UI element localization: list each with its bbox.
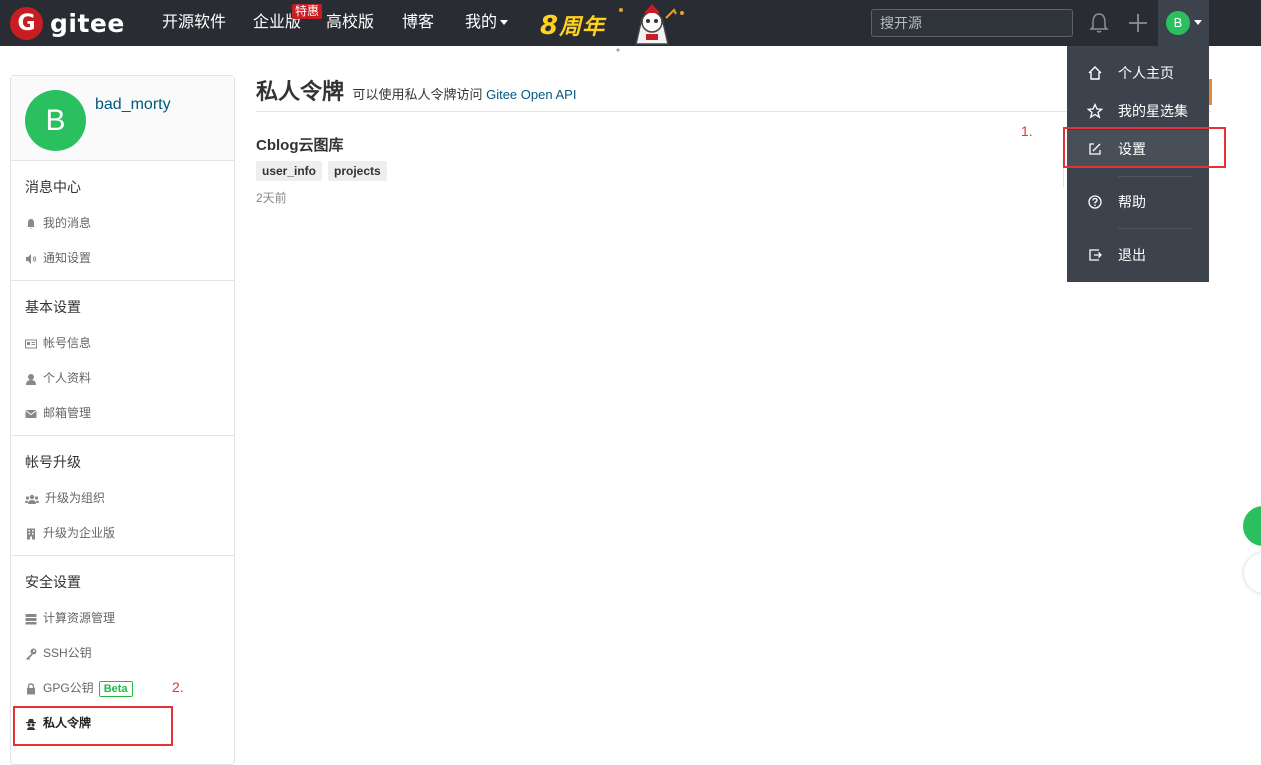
user-icon bbox=[26, 373, 36, 385]
menu-item-homepage[interactable]: 个人主页 bbox=[1067, 54, 1209, 92]
gitee-logo-text: gitee bbox=[50, 8, 125, 38]
page-subtitle: 可以使用私人令牌访问 Gitee Open API bbox=[352, 87, 576, 102]
nav-mine-label: 我的 bbox=[465, 14, 498, 31]
sidebar-item-label: 升级为企业版 bbox=[43, 526, 116, 540]
nav-open-source[interactable]: 开源软件 bbox=[162, 13, 226, 33]
sidebar-item-label: 我的消息 bbox=[43, 216, 92, 230]
sidebar-item-label: 计算资源管理 bbox=[43, 611, 116, 625]
section-title: 消息中心 bbox=[25, 179, 81, 195]
avatar[interactable]: B bbox=[25, 90, 86, 151]
menu-item-label: 帮助 bbox=[1118, 194, 1146, 210]
building-icon bbox=[27, 528, 35, 539]
sidebar-item-account-info[interactable]: 帐号信息 bbox=[11, 326, 234, 361]
sidebar-item-ssh-keys[interactable]: SSH公钥 bbox=[11, 636, 234, 671]
mascot-icon bbox=[616, 4, 684, 52]
user-menu-button[interactable]: B bbox=[1158, 0, 1209, 46]
menu-item-help[interactable]: 帮助 bbox=[1067, 183, 1209, 221]
beta-badge: Beta bbox=[98, 680, 133, 697]
sidebar-item-gpg-keys[interactable]: GPG公钥 Beta bbox=[11, 671, 234, 706]
volume-icon bbox=[26, 253, 36, 264]
annotation-step2: 2. bbox=[172, 679, 184, 695]
plus-icon[interactable] bbox=[1127, 12, 1149, 34]
help-icon bbox=[1088, 195, 1102, 209]
sidebar-item-notification-settings[interactable]: 通知设置 bbox=[11, 241, 234, 276]
mail-icon bbox=[25, 409, 37, 418]
lock-icon bbox=[27, 682, 35, 694]
section-title: 基本设置 bbox=[25, 299, 81, 315]
sidebar-item-email[interactable]: 邮箱管理 bbox=[11, 396, 234, 431]
home-icon bbox=[1088, 66, 1102, 80]
sidebar-item-label: GPG公钥 bbox=[43, 681, 94, 695]
menu-item-label: 个人主页 bbox=[1118, 65, 1174, 81]
floating-action-button[interactable] bbox=[1243, 506, 1261, 546]
menu-item-collections[interactable]: 我的星选集 bbox=[1067, 92, 1209, 130]
logout-icon bbox=[1089, 249, 1102, 261]
page-title: 私人令牌 bbox=[256, 79, 345, 104]
sidebar-item-my-messages[interactable]: 我的消息 bbox=[11, 206, 234, 241]
anniversary-banner[interactable]: 8周年 bbox=[540, 9, 605, 41]
anniversary-number: 8 bbox=[540, 11, 560, 41]
sidebar-item-label: SSH公钥 bbox=[43, 646, 92, 660]
settings-sidebar: B bad_morty 消息中心 我的消息 通知设置 基本设置 帐号信息 个人资… bbox=[10, 75, 235, 765]
nav-university[interactable]: 高校版 bbox=[326, 13, 374, 33]
menu-item-logout[interactable]: 退出 bbox=[1067, 236, 1209, 274]
key-icon bbox=[26, 648, 37, 660]
section-basic: 基本设置 帐号信息 个人资料 邮箱管理 bbox=[11, 281, 234, 436]
nav-mine[interactable]: 我的 bbox=[465, 13, 509, 33]
annotation-step1: 1. bbox=[1021, 123, 1033, 139]
menu-item-label: 我的星选集 bbox=[1118, 103, 1188, 119]
menu-item-label: 退出 bbox=[1118, 247, 1146, 263]
floating-feedback-button[interactable] bbox=[1244, 553, 1261, 593]
annotation-box-step1 bbox=[1063, 127, 1226, 168]
bell-icon[interactable] bbox=[1089, 12, 1109, 34]
chevron-down-icon bbox=[500, 20, 509, 26]
scope-label: projects bbox=[328, 161, 387, 181]
scope-label: user_info bbox=[256, 161, 323, 181]
menu-divider bbox=[1118, 228, 1193, 229]
menu-divider bbox=[1118, 176, 1193, 177]
server-icon bbox=[25, 613, 37, 624]
sidebar-item-label: 帐号信息 bbox=[43, 336, 92, 350]
page-subtitle-text: 可以使用私人令牌访问 bbox=[352, 87, 487, 102]
anniversary-text: 周年 bbox=[559, 15, 606, 40]
top-navbar: G gitee 开源软件 企业版 特惠 高校版 博客 我的 8周年 搜开源 B bbox=[0, 0, 1261, 52]
open-api-link[interactable]: Gitee Open API bbox=[486, 87, 576, 102]
users-icon bbox=[25, 494, 39, 504]
sidebar-item-profile[interactable]: 个人资料 bbox=[11, 361, 234, 396]
chevron-down-icon bbox=[1194, 20, 1202, 25]
gitee-logo-icon: G bbox=[10, 6, 43, 40]
bell-icon bbox=[27, 218, 35, 229]
sidebar-item-upgrade-org[interactable]: 升级为组织 bbox=[11, 481, 234, 516]
profile-card: B bad_morty bbox=[11, 76, 234, 161]
gitee-logo[interactable]: G gitee bbox=[10, 6, 125, 40]
sidebar-item-label: 个人资料 bbox=[43, 371, 92, 385]
annotation-box-step2 bbox=[13, 706, 173, 746]
sidebar-item-upgrade-enterprise[interactable]: 升级为企业版 bbox=[11, 516, 234, 551]
section-upgrade: 帐号升级 升级为组织 升级为企业版 bbox=[11, 436, 234, 556]
nav-blog[interactable]: 博客 bbox=[402, 13, 434, 33]
hidden-button-edge bbox=[1209, 79, 1212, 105]
avatar: B bbox=[1166, 11, 1190, 35]
section-title: 安全设置 bbox=[25, 574, 81, 590]
sidebar-item-label: 通知设置 bbox=[43, 251, 92, 265]
sidebar-item-label: 邮箱管理 bbox=[43, 406, 92, 420]
section-messages: 消息中心 我的消息 通知设置 bbox=[11, 161, 234, 281]
search-input[interactable]: 搜开源 bbox=[871, 9, 1073, 37]
enterprise-promo-badge: 特惠 bbox=[292, 4, 323, 19]
star-icon bbox=[1087, 103, 1103, 119]
sidebar-item-compute-resources[interactable]: 计算资源管理 bbox=[11, 601, 234, 636]
id-card-icon bbox=[25, 339, 37, 348]
sidebar-item-label: 升级为组织 bbox=[45, 491, 106, 505]
username-link[interactable]: bad_morty bbox=[95, 96, 171, 114]
section-title: 帐号升级 bbox=[25, 454, 81, 470]
